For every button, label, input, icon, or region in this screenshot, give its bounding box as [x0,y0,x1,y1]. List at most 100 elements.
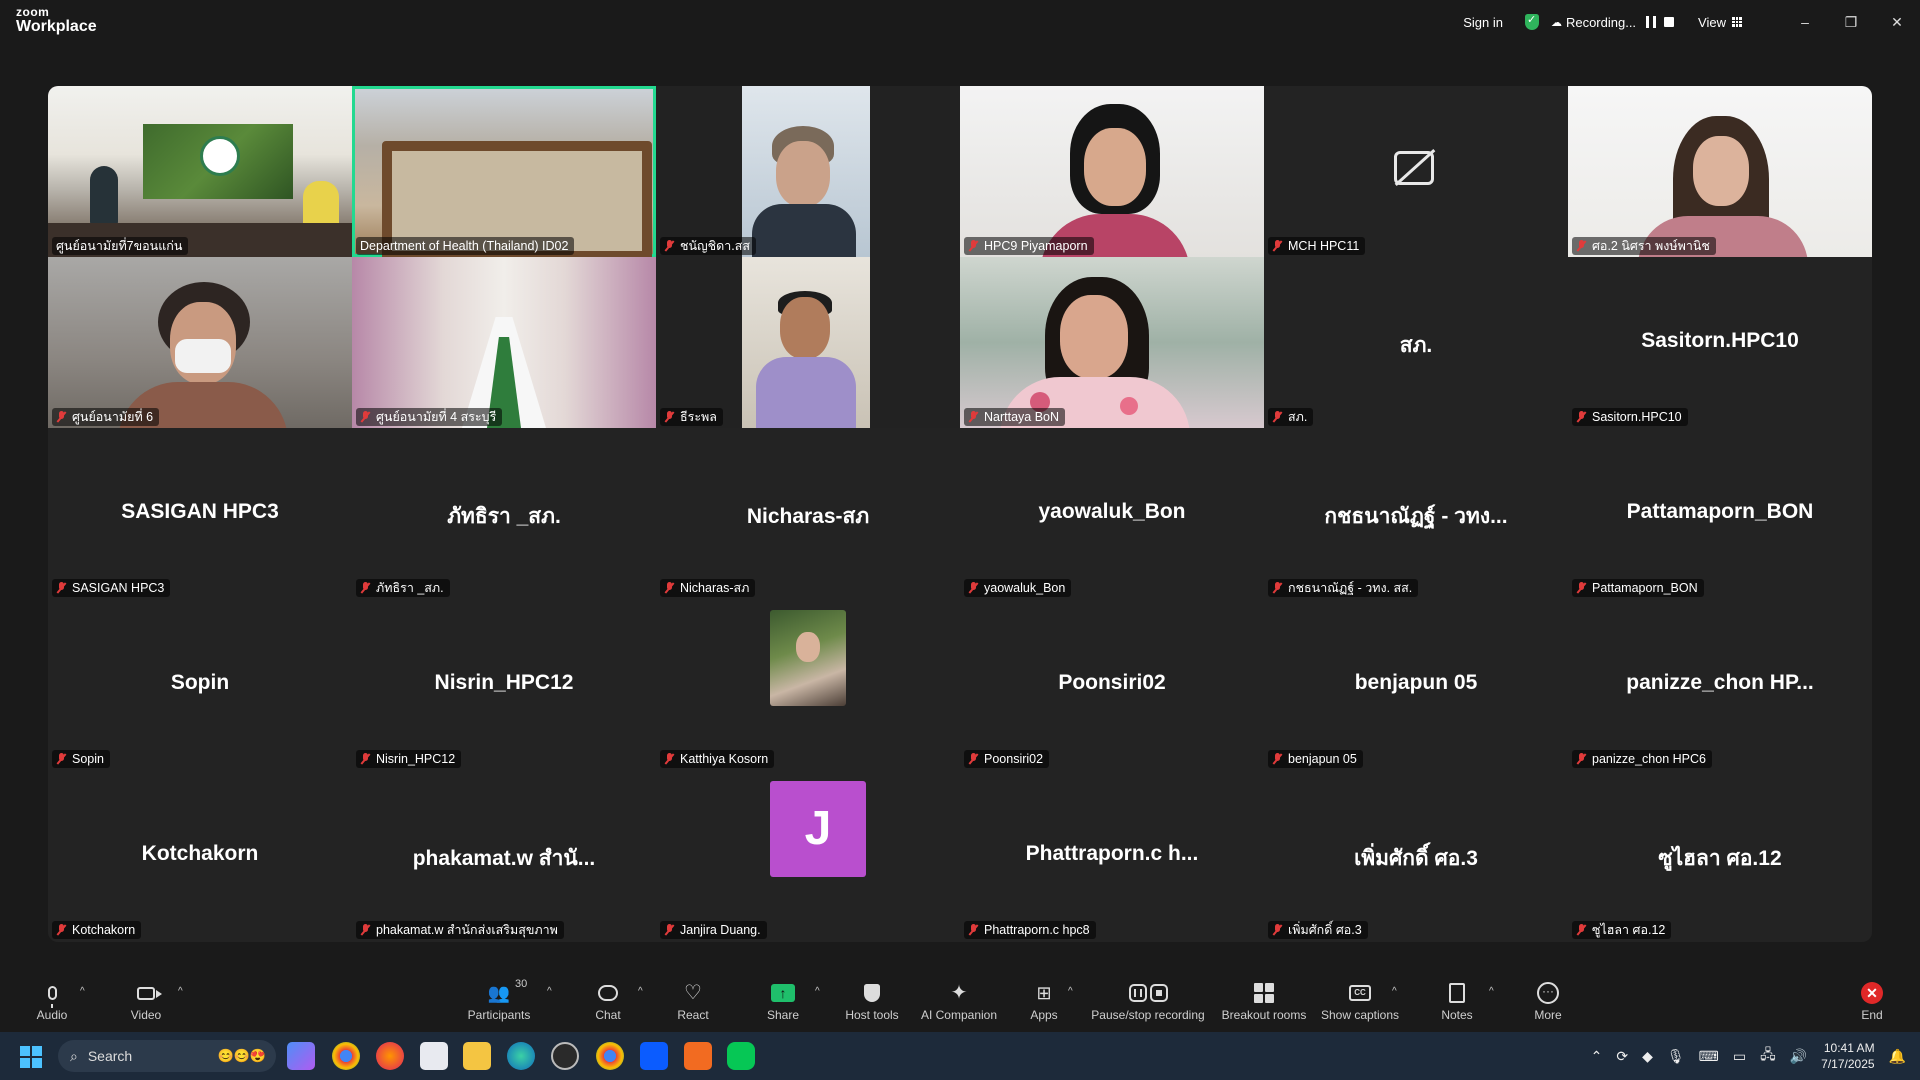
firefox-app-icon[interactable] [376,1042,404,1070]
breakout-rooms-button[interactable]: Breakout rooms [1220,966,1308,1030]
pause-recording-icon[interactable] [1646,16,1657,28]
end-meeting-button[interactable]: ✕ End [1858,966,1886,1030]
chat-button[interactable]: Chat [592,966,624,1030]
participant-tile[interactable]: Nisrin_HPC12 Nisrin_HPC12 [352,599,656,770]
participant-tile[interactable]: ธีระพล [656,257,960,428]
audio-button[interactable]: Audio [34,966,70,1030]
participant-tile[interactable]: Nicharas-สภ Nicharas-สภ [656,428,960,599]
apps-options-chevron-icon[interactable]: ^ [1068,986,1073,997]
participant-name: สภ. [1288,410,1308,424]
minimize-button[interactable]: – [1782,14,1828,30]
participant-tile[interactable]: Narttaya BoN [960,257,1264,428]
obs-app-icon[interactable] [551,1042,579,1070]
ai-companion-label: AI Companion [920,1008,998,1022]
taskbar-search-box[interactable]: ⌕ Search 😊😊😍 [58,1040,276,1072]
participant-tile[interactable]: MCH HPC11 [1264,86,1568,257]
display-icon[interactable]: ▭ [1733,1048,1746,1065]
line-app-icon[interactable] [727,1042,755,1070]
video-button[interactable]: Video [126,966,166,1030]
participant-tile[interactable]: Sopin Sopin [48,599,352,770]
pause-stop-recording-icon [1128,984,1168,1002]
notes-button[interactable]: Notes [1440,966,1474,1030]
participant-tile[interactable]: เพิ่มศักดิ์ ศอ.3 เพิ่มศักดิ์ ศอ.3 [1264,770,1568,941]
video-options-chevron-icon[interactable]: ^ [178,986,183,997]
file-explorer-app-icon[interactable] [463,1042,491,1070]
stop-recording-icon[interactable] [1664,17,1675,27]
participant-tile[interactable]: ศูนย์อนามัยที่7ขอนแก่น [48,86,352,257]
participant-tile[interactable]: Katthiya Kosorn [656,599,960,770]
volume-icon[interactable]: 🔊 [1790,1048,1807,1065]
more-ellipsis-icon: ··· [1537,982,1559,1004]
sign-in-button[interactable]: Sign in [1463,15,1503,30]
color-app-tray-icon[interactable]: ◆ [1642,1048,1653,1065]
presentation-app-icon[interactable] [684,1042,712,1070]
participant-tile[interactable]: ชนัญชิดา.สส [656,86,960,257]
participant-tile[interactable]: J Janjira Duang. [656,770,960,941]
audio-options-chevron-icon[interactable]: ^ [80,986,85,997]
apps-button[interactable]: ⊞ Apps [1028,966,1060,1030]
more-button[interactable]: ··· More [1532,966,1564,1030]
sync-icon[interactable]: ⟳ [1616,1048,1628,1065]
participants-options-chevron-icon[interactable]: ^ [547,986,552,997]
keyboard-icon[interactable]: ⌨ [1699,1048,1719,1065]
participant-tile[interactable]: Department of Health (Thailand) ID02 [352,86,656,257]
participant-tile[interactable]: panizze_chon HP... panizze_chon HPC6 [1568,599,1872,770]
notes-options-chevron-icon[interactable]: ^ [1489,986,1494,997]
muted-microphone-icon [1272,411,1282,423]
share-screen-arrow-icon: ↑ [771,984,795,1002]
participant-tile[interactable]: yaowaluk_Bon yaowaluk_Bon [960,428,1264,599]
meeting-toolbar: Audio ^ Video ^ 👥 Participants 30 ^ Chat… [0,966,1920,1030]
participant-tile[interactable]: ศอ.2 นิศรา พงษ์พานิช [1568,86,1872,257]
participant-tile[interactable]: Kotchakorn Kotchakorn [48,770,352,941]
participant-name: phakamat.w สำนักส่งเสริมสุขภาพ [376,923,558,937]
participant-tile[interactable]: กชธนาณัฏฐ์ - วทง... กชธนาณัฏฐ์ - วทง. สส. [1264,428,1568,599]
participant-tile[interactable]: Pattamaporn_BON Pattamaporn_BON [1568,428,1872,599]
edge-app-icon[interactable] [507,1042,535,1070]
taskbar-clock[interactable]: 10:41 AM 7/17/2025 [1821,1040,1874,1072]
encryption-shield-icon[interactable] [1524,13,1539,30]
copilot-app-icon[interactable] [287,1042,315,1070]
ai-companion-button[interactable]: ✦ AI Companion [916,966,1002,1030]
show-hidden-icons-chevron-icon[interactable]: ⌃ [1591,1048,1603,1065]
chrome-app-icon[interactable] [332,1042,360,1070]
participant-tile[interactable]: Poonsiri02 Poonsiri02 [960,599,1264,770]
gallery-grid-icon[interactable] [1732,17,1742,27]
network-icon[interactable]: 🖧 [1760,1044,1776,1068]
participant-name-label: เพิ่มศักดิ์ ศอ.3 [1268,921,1368,939]
notifications-bell-icon[interactable]: 🔔 [1889,1048,1906,1065]
windows-start-icon[interactable] [20,1046,42,1068]
view-button[interactable]: View [1698,15,1726,30]
share-button[interactable]: ↑ Share [764,966,802,1030]
participant-tile[interactable]: ศูนย์อนามัยที่ 6 [48,257,352,428]
participant-tile[interactable]: Sasitorn.HPC10 Sasitorn.HPC10 [1568,257,1872,428]
participant-tile[interactable]: ภัทธิรา _สภ. ภัทธิรา _สภ. [352,428,656,599]
participant-tile[interactable]: phakamat.w สำนั... phakamat.w สำนักส่งเสร… [352,770,656,941]
zoom-app-icon[interactable] [640,1042,668,1070]
react-button[interactable]: ♡ React [676,966,710,1030]
participant-tile[interactable]: benjapun 05 benjapun 05 [1264,599,1568,770]
microphone-tray-icon[interactable]: 🎙 [1667,1048,1685,1065]
participant-name-label: phakamat.w สำนักส่งเสริมสุขภาพ [356,921,564,939]
pause-stop-recording-button[interactable]: Pause/stop recording [1090,966,1206,1030]
captions-options-chevron-icon[interactable]: ^ [1392,986,1397,997]
host-tools-button[interactable]: Host tools [842,966,902,1030]
chrome-profile-app-icon[interactable] [596,1042,624,1070]
participant-tile[interactable]: Phattraporn.c h... Phattraporn.c hpc8 [960,770,1264,941]
participant-tile[interactable]: SASIGAN HPC3 SASIGAN HPC3 [48,428,352,599]
participant-tile[interactable]: ซูไฮลา ศอ.12 ซูไฮลา ศอ.12 [1568,770,1872,941]
restore-button[interactable]: ❐ [1828,14,1874,31]
participant-tile[interactable]: สภ. สภ. [1264,257,1568,428]
participant-tile[interactable]: HPC9 Piyamaporn [960,86,1264,257]
muted-microphone-icon [56,411,66,423]
participant-name-label: ศูนย์อนามัยที่ 4 สระบุรี [356,408,503,426]
participant-name: กชธนาณัฏฐ์ - วทง. สส. [1288,581,1413,595]
participants-button[interactable]: 👥 Participants [466,966,532,1030]
share-options-chevron-icon[interactable]: ^ [815,986,820,997]
show-captions-button[interactable]: CC Show captions [1320,966,1400,1030]
windows-taskbar: ⌕ Search 😊😊😍 ⌃ ⟳ ◆ 🎙 ⌨ ▭ 🖧 🔊 10:41 AM 7/… [0,1032,1920,1080]
microsoft-store-app-icon[interactable] [420,1042,448,1070]
participant-initial-avatar: J [770,781,866,877]
close-window-button[interactable]: ✕ [1874,14,1920,31]
chat-options-chevron-icon[interactable]: ^ [638,986,643,997]
participant-tile[interactable]: ศูนย์อนามัยที่ 4 สระบุรี [352,257,656,428]
